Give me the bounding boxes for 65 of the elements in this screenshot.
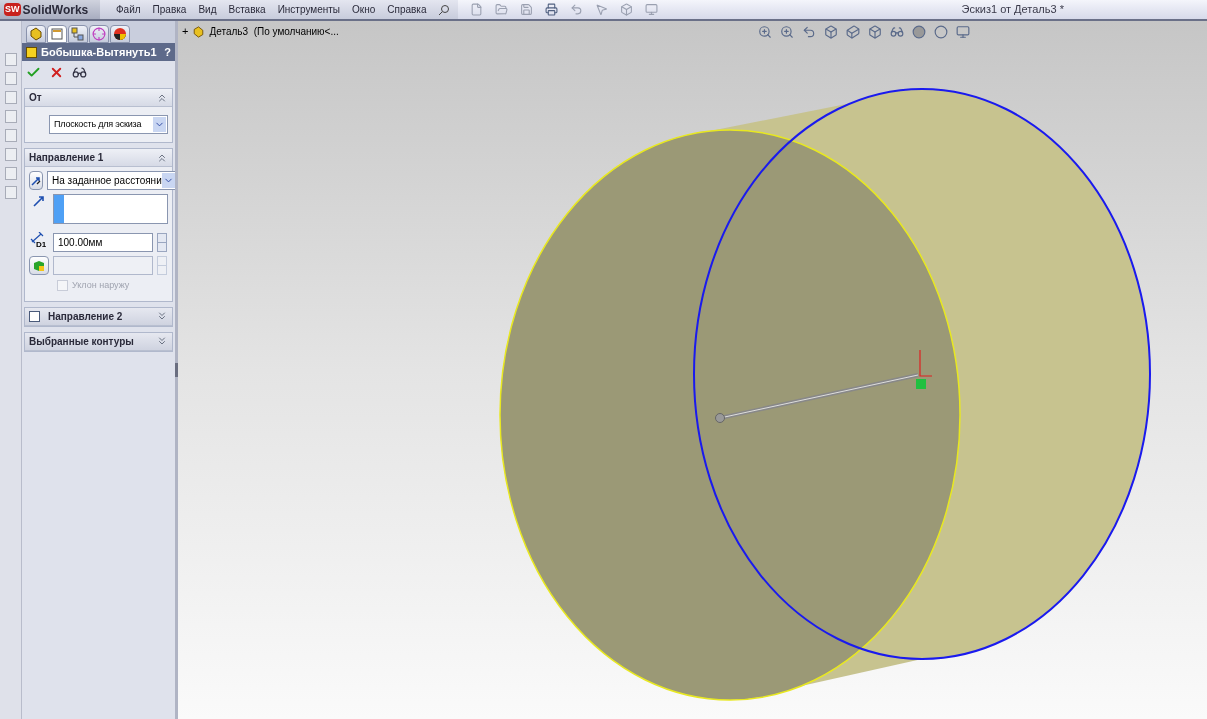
color-wheel-icon <box>113 27 127 41</box>
tool-icon[interactable] <box>4 110 17 123</box>
menu-item[interactable]: Вставка <box>228 2 266 17</box>
tool-icon[interactable] <box>4 53 17 66</box>
dropdown[interactable]: На заданное расстояни <box>47 171 177 190</box>
menu-item[interactable]: Инструменты <box>277 2 340 17</box>
feature-icon <box>26 46 37 58</box>
checkbox[interactable] <box>29 310 40 322</box>
expand-icon[interactable] <box>156 310 168 322</box>
section-header[interactable]: Направление 2 <box>25 307 172 326</box>
window-title: Эскиз1 от Деталь3 * <box>961 2 1064 18</box>
feature-title: Бобышка-Вытянуть1 <box>41 44 158 60</box>
panel-tab[interactable] <box>110 25 130 43</box>
new-file-icon[interactable] <box>470 3 484 16</box>
section-title: Направление 2 <box>48 309 124 324</box>
tree-icon <box>29 27 43 41</box>
expand-icon[interactable] <box>156 335 168 347</box>
tool-icon[interactable] <box>4 129 17 142</box>
selection-list[interactable] <box>53 194 168 224</box>
tool-icon[interactable] <box>4 186 17 199</box>
menu-item[interactable]: Вид <box>198 2 217 17</box>
spin-buttons[interactable] <box>157 232 167 252</box>
part-icon <box>192 25 206 38</box>
previous-view-icon[interactable] <box>802 25 816 39</box>
zoom-area-icon[interactable] <box>780 25 794 39</box>
appearance-icon[interactable] <box>912 25 926 39</box>
checkbox-label: Уклон наружу <box>72 279 130 292</box>
undo-icon[interactable] <box>570 3 584 16</box>
tree-item[interactable]: Деталь3 (По умолчанию<... <box>209 24 339 39</box>
crosshair-icon <box>92 27 106 41</box>
menu-item[interactable]: Окно <box>352 2 376 17</box>
tool-icon[interactable] <box>4 91 17 104</box>
hide-show-icon[interactable] <box>890 25 904 39</box>
save-icon[interactable] <box>520 3 534 16</box>
view-orientation-icon[interactable] <box>846 25 860 39</box>
draft-button[interactable] <box>29 256 49 275</box>
zoom-icon[interactable] <box>758 25 772 39</box>
dropdown[interactable]: Плоскость для эскиза <box>49 115 168 134</box>
help-button[interactable]: ? <box>164 43 171 61</box>
spin-buttons <box>157 256 167 275</box>
menu-item[interactable]: Правка <box>152 2 187 17</box>
menu-item[interactable]: Файл <box>116 2 141 17</box>
open-folder-icon[interactable] <box>495 3 509 16</box>
dimension-label: D1 <box>36 241 47 249</box>
section-title: Направление 1 <box>29 151 105 165</box>
pointer-icon[interactable] <box>595 3 609 16</box>
depth-dimension-icon <box>29 232 45 244</box>
expand-button[interactable]: + <box>182 26 189 37</box>
app-logo: SW SolidWorks <box>0 0 100 19</box>
tool-icon[interactable] <box>4 72 17 85</box>
reverse-direction-button[interactable] <box>29 171 43 190</box>
section-title: От <box>29 91 43 105</box>
print-icon[interactable] <box>545 3 559 16</box>
arrows-icon <box>30 174 42 187</box>
depth-input[interactable]: 100.00мм <box>53 232 153 252</box>
config-icon <box>71 27 85 41</box>
section-header[interactable]: Выбранные контуры <box>25 332 172 351</box>
tool-icon[interactable] <box>4 148 17 161</box>
cube-icon <box>33 259 45 272</box>
scene-icon[interactable] <box>934 25 948 39</box>
property-icon <box>50 27 64 41</box>
splitter-handle[interactable] <box>175 363 178 377</box>
menu-item[interactable]: Справка <box>387 2 427 17</box>
tool-icon[interactable] <box>4 167 17 180</box>
section-title: Выбранные контуры <box>29 334 135 349</box>
